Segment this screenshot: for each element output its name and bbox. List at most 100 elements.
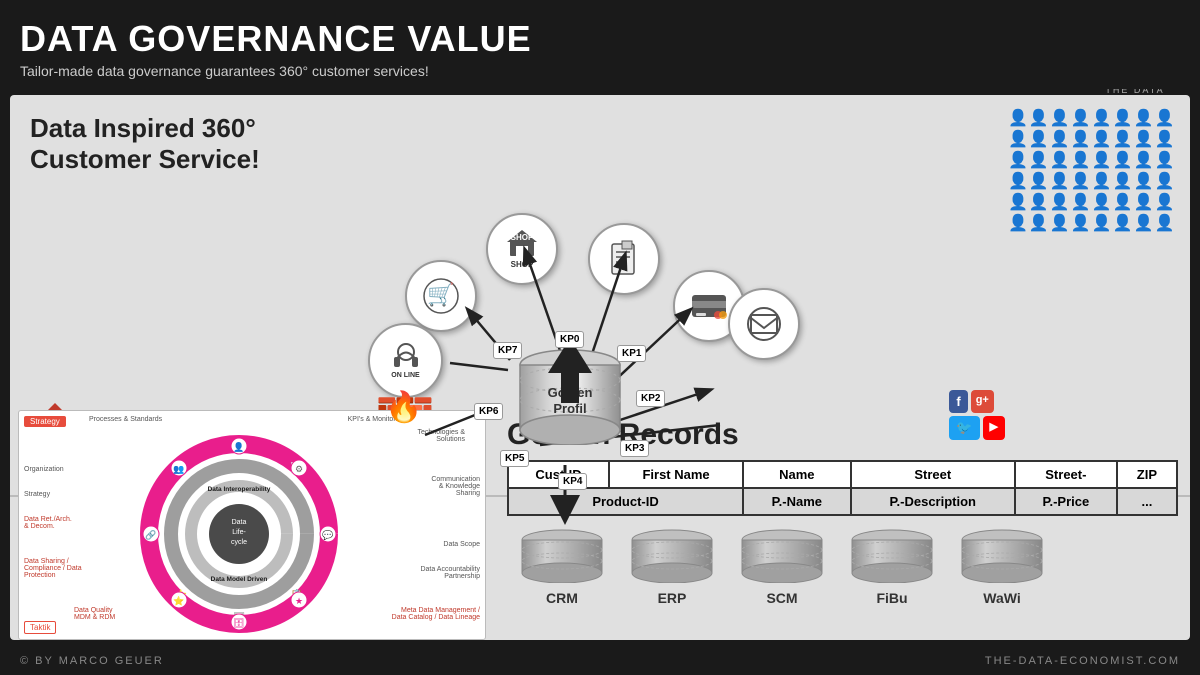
db-erp-label: ERP xyxy=(622,590,722,606)
col-p-description: P.-Description xyxy=(851,488,1015,515)
person-icon: 👤 xyxy=(1092,213,1112,233)
person-icon: 👤 xyxy=(1154,129,1174,149)
db-wawi: WaWi xyxy=(952,528,1052,606)
person-icon: 👤 xyxy=(1113,213,1133,233)
person-icon: 👤 xyxy=(1008,192,1028,212)
kp3-label: KP3 xyxy=(620,440,649,457)
person-icon: 👤 xyxy=(1092,108,1112,128)
person-icon: 👤 xyxy=(1029,108,1049,128)
person-icon: 👤 xyxy=(1008,150,1028,170)
db-scm: SCM xyxy=(732,528,832,606)
person-icon: 👤 xyxy=(1029,213,1049,233)
header: DATA GOVERNANCE VALUE Tailor-made data g… xyxy=(0,0,1200,89)
col-dataquality: Data QualityMDM & RDM xyxy=(74,607,115,621)
person-icon: 👤 xyxy=(1134,108,1154,128)
main-content: Data Inspired 360° Customer Service! 🛒 S… xyxy=(10,95,1190,640)
svg-text:cycle: cycle xyxy=(231,539,247,546)
person-icon: 👤 xyxy=(1050,192,1070,212)
col-dataret: Data Ret./Arch.& Decom. xyxy=(24,516,72,530)
col-zip: ZIP xyxy=(1117,461,1177,488)
person-icon: 👤 xyxy=(1071,150,1091,170)
person-icon: 👤 xyxy=(1029,150,1049,170)
person-icon: 👤 xyxy=(1113,108,1133,128)
person-icon: 👤 xyxy=(1134,213,1154,233)
person-icon: 👤 xyxy=(1050,150,1070,170)
footer-right: THE-DATA-ECONOMIST.COM xyxy=(985,655,1180,667)
person-icon-highlight: 👤 xyxy=(1154,108,1174,128)
left-heading: Data Inspired 360° Customer Service! xyxy=(30,113,260,175)
person-icon: 👤 xyxy=(1050,213,1070,233)
svg-text:👤: 👤 xyxy=(233,441,244,452)
db-erp: ERP xyxy=(622,528,722,606)
person-icon: 👤 xyxy=(1092,129,1112,149)
person-icon: 👤 xyxy=(1134,192,1154,212)
col-tech: Technologies &Solutions xyxy=(418,429,465,443)
kp5-label: KP5 xyxy=(500,450,529,467)
db-crm-label: CRM xyxy=(512,590,612,606)
person-icon: 👤 xyxy=(1008,213,1028,233)
kp1-label: KP1 xyxy=(617,345,646,362)
footer: © BY MARCO GEUER THE-DATA-ECONOMIST.COM xyxy=(0,647,1200,675)
kp7-label: KP7 xyxy=(493,342,522,359)
person-icon: 👤 xyxy=(1154,150,1174,170)
person-icon: 👤 xyxy=(1050,171,1070,191)
page-title: DATA GOVERNANCE VALUE xyxy=(20,18,1180,60)
db-crm: CRM xyxy=(512,528,612,606)
person-icon: 👤 xyxy=(1092,192,1112,212)
svg-text:Life-: Life- xyxy=(232,529,246,536)
person-icon: 👤 xyxy=(1113,171,1133,191)
col-strategy: Strategy xyxy=(24,491,50,498)
person-icon: 👤 xyxy=(1113,129,1133,149)
svg-text:🗄: 🗄 xyxy=(233,618,244,628)
db-fibu: FiBu xyxy=(842,528,942,606)
records-table: Cust-ID First Name Name Street Street- Z… xyxy=(507,460,1178,516)
col-p-name: P.-Name xyxy=(743,488,851,515)
shop-circle: SHOP SHOP xyxy=(486,213,558,285)
person-icon: 👤 xyxy=(1113,192,1133,212)
svg-text:👥: 👥 xyxy=(173,464,184,474)
databases-row: CRM ERP xyxy=(507,528,1178,606)
svg-text:⚙: ⚙ xyxy=(295,464,303,474)
dgf-diagram: Strategy Processes & Standards KPI's & M… xyxy=(18,410,486,640)
person-icon: 👤 xyxy=(1071,108,1091,128)
person-icon: 👤 xyxy=(1071,213,1091,233)
person-icon: 👤 xyxy=(1134,171,1154,191)
fire-icon: 🔥 xyxy=(385,390,422,425)
taktik-tag: Taktik xyxy=(24,621,56,634)
svg-text:🛒: 🛒 xyxy=(427,282,454,307)
page-subtitle: Tailor-made data governance guarantees 3… xyxy=(20,63,1180,79)
person-icon: 👤 xyxy=(1092,171,1112,191)
kp0-label: KP0 xyxy=(555,331,584,348)
person-icon: 👤 xyxy=(1154,213,1174,233)
col-p-price: P.-Price xyxy=(1015,488,1117,515)
person-icon: 👤 xyxy=(1008,108,1028,128)
db-scm-label: SCM xyxy=(732,590,832,606)
col-processes: Processes & Standards xyxy=(89,416,162,423)
strategy-tag: Strategy xyxy=(24,416,66,427)
svg-text:SHOP: SHOP xyxy=(511,233,534,242)
col-datasharing: Data Sharing /Compliance / DataProtectio… xyxy=(24,558,82,579)
cart-circle: 🛒 xyxy=(405,260,477,332)
person-icon: 👤 xyxy=(1008,171,1028,191)
person-icon: 👤 xyxy=(1071,192,1091,212)
document-circle xyxy=(588,223,660,295)
person-icon: 👤 xyxy=(1134,150,1154,170)
person-icon: 👤 xyxy=(1113,150,1133,170)
svg-text:Data Model Driven: Data Model Driven xyxy=(211,576,268,583)
col-comm: Communication& KnowledgeSharing xyxy=(431,476,480,497)
kp2-label: KP2 xyxy=(636,390,665,407)
db-wawi-label: WaWi xyxy=(952,590,1052,606)
person-icon: 👤 xyxy=(1092,150,1112,170)
db-fibu-label: FiBu xyxy=(842,590,942,606)
svg-text:Profil: Profil xyxy=(553,401,586,416)
svg-text:⭐: ⭐ xyxy=(173,595,184,606)
person-icon: 👤 xyxy=(1029,171,1049,191)
person-icon: 👤 xyxy=(1154,171,1174,191)
kp4-label: KP4 xyxy=(558,473,587,490)
circular-diagram-wrapper: ⚙ 📊 ⚙ 📋 🗄 ⭐ ⚙ 👥 Data Life- cycle Data xyxy=(129,426,349,636)
col-product-id: Product-ID xyxy=(508,488,743,515)
person-icon: 👤 xyxy=(1029,129,1049,149)
svg-text:🔗: 🔗 xyxy=(145,529,156,541)
person-icon: 👤 xyxy=(1071,129,1091,149)
col-accountability: Data AccountabilityPartnership xyxy=(420,566,480,580)
